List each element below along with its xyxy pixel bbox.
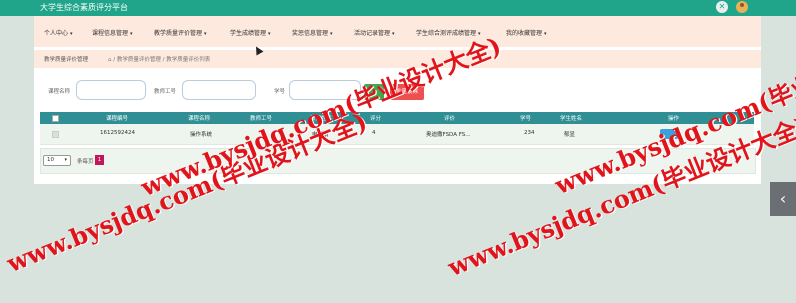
col-actions: 操作 (668, 116, 680, 122)
col-student-name: 学生姓名 (560, 116, 583, 122)
nav-item-personal-center[interactable]: 个人中心 ▾ (44, 28, 73, 37)
nav-item-grades[interactable]: 学生成绩管理 ▾ (230, 28, 271, 37)
edit-button[interactable] (660, 129, 678, 139)
page-number-current[interactable]: 1 (95, 155, 104, 165)
close-icon[interactable]: ✕ (716, 1, 728, 13)
chevron-down-icon: ▾ (64, 157, 67, 163)
col-course-no: 课程编号 (106, 116, 129, 122)
search-button[interactable] (364, 84, 384, 100)
avatar[interactable] (736, 1, 748, 13)
table-header: 课程编号 课程名称 教师工号 教师姓名 评分 评价 学号 学生姓名 操作 (40, 112, 754, 124)
cell-course-no: 1612592424 (100, 130, 135, 136)
col-course-name: 课程名称 (188, 116, 211, 122)
nav-item-activities[interactable]: 活动记录管理 ▾ (354, 28, 395, 37)
cell-comment: 奥迪撒FSDA FS... (426, 132, 471, 138)
col-score: 评分 (370, 116, 382, 122)
nav-item-rewards[interactable]: 奖惩信息管理 ▾ (292, 28, 333, 37)
top-nav: 个人中心 ▾ 课程信息管理 ▾ 教学质量评价管理 ▾ 学生成绩管理 ▾ 奖惩信息管理 ▾ … (34, 16, 761, 47)
cell-score: 4 (372, 130, 376, 136)
cell-course-name: 操作系统 (190, 132, 213, 138)
page-title: 教学质量评价管理 (44, 57, 89, 63)
teacher-no-label: 教师工号 (154, 89, 177, 95)
nav-item-favorites[interactable]: 我的收藏管理 ▾ (506, 28, 547, 37)
col-student-no: 学号 (520, 116, 532, 122)
page-size-select[interactable]: 10 ▾ (43, 155, 71, 166)
batch-delete-button[interactable]: 批量删除 (390, 84, 424, 100)
pagination: 10 ▾ 条每页 1 (40, 148, 756, 174)
title-bar: 大学生综合素质评分平台 ✕ (0, 0, 796, 16)
col-teacher-name: 教师姓名 (310, 116, 333, 122)
student-no-label: 学号 (274, 89, 286, 95)
evaluation-table: 课程编号 课程名称 教师工号 教师姓名 评分 评价 学号 学生姓名 操作 161… (40, 112, 754, 145)
nav-item-teaching-evaluation[interactable]: 教学质量评价管理 ▾ (154, 28, 207, 37)
breadcrumb-path[interactable]: ⌂ / 教学质量评价管理 / 教学质量评价列表 (108, 55, 210, 63)
main-content: 个人中心 ▾ 课程信息管理 ▾ 教学质量评价管理 ▾ 学生成绩管理 ▾ 奖惩信息管理 ▾ … (34, 16, 761, 184)
col-teacher-no: 教师工号 (250, 116, 273, 122)
nav-item-comprehensive-scores[interactable]: 学生综合测评成绩管理 ▾ (416, 28, 481, 37)
student-no-input[interactable] (289, 80, 361, 100)
chevron-left-icon[interactable]: ‹ (770, 182, 796, 216)
page-size-label: 条每页 (77, 159, 94, 165)
cell-student-name: 郁显 (564, 132, 576, 138)
cell-teacher-name: 电风扇 (312, 132, 329, 138)
select-all-checkbox[interactable] (52, 115, 59, 122)
course-name-label: 课程名称 (48, 89, 71, 95)
table-row: 1612592424 操作系统 电风扇 4 奥迪撒FSDA FS... 234 … (40, 124, 754, 145)
row-checkbox[interactable] (52, 131, 59, 138)
cell-student-no: 234 (524, 130, 535, 136)
col-comment: 评价 (444, 116, 456, 122)
search-bar: 课程名称 教师工号 学号 批量删除 (34, 72, 761, 112)
course-name-input[interactable] (76, 80, 146, 100)
teacher-no-input[interactable] (182, 80, 256, 100)
breadcrumb: 教学质量评价管理 ⌂ / 教学质量评价管理 / 教学质量评价列表 (34, 50, 761, 68)
nav-item-course-info[interactable]: 课程信息管理 ▾ (92, 28, 133, 37)
app-title: 大学生综合素质评分平台 (40, 3, 128, 12)
